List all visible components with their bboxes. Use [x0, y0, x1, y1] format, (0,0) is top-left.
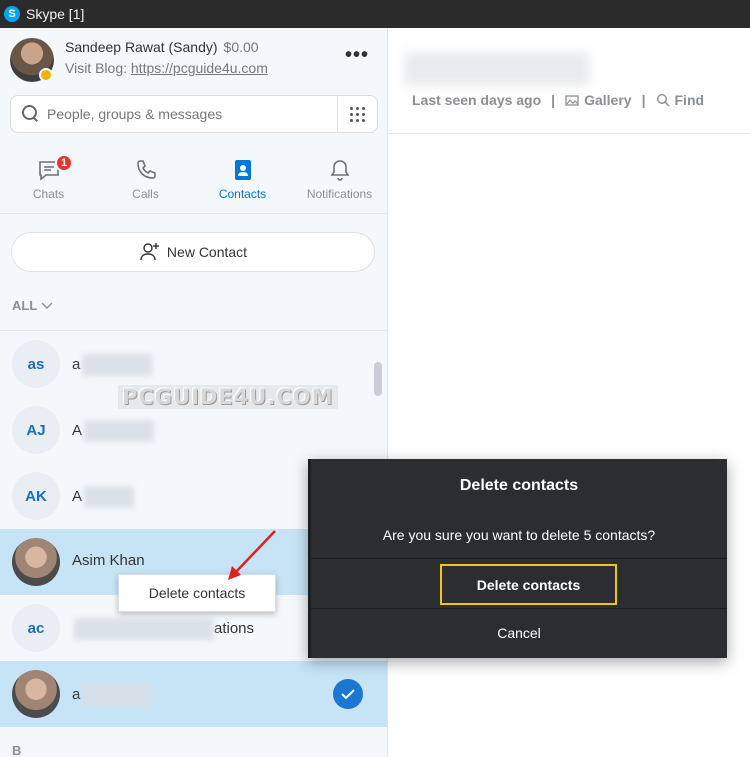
contacts-filter-dropdown[interactable]: ALL — [12, 298, 53, 313]
skype-logo-icon: S — [4, 6, 20, 22]
scrollbar[interactable] — [374, 362, 382, 396]
profile-mood: Visit Blog: https://pcguide4u.com — [65, 60, 268, 76]
blog-link[interactable]: https://pcguide4u.com — [131, 60, 268, 76]
avatar: as — [12, 340, 60, 388]
dialpad-icon — [350, 106, 353, 110]
profile-name-row[interactable]: Sandeep Rawat (Sandy) $0.00 — [65, 39, 259, 55]
delete-contacts-dialog: Delete contacts Are you sure you want to… — [308, 459, 727, 658]
cancel-button[interactable]: Cancel — [311, 625, 727, 641]
profile-header: Sandeep Rawat (Sandy) $0.00 Visit Blog: h… — [0, 28, 387, 94]
contact-name: ations — [214, 619, 255, 637]
new-contact-button[interactable]: New Contact — [11, 232, 375, 272]
conversation-title-redacted — [404, 52, 590, 86]
profile-name: Sandeep Rawat (Sandy) — [65, 39, 218, 55]
list-item[interactable]: a — [0, 661, 387, 727]
watermark: PCGUIDE4U.COM — [118, 385, 338, 409]
contact-name: a — [72, 685, 81, 703]
bell-icon — [330, 160, 349, 181]
contact-name: A — [72, 421, 83, 439]
tab-label: Calls — [132, 187, 159, 201]
tab-label: Chats — [32, 187, 65, 201]
title-bar: S Skype [1] — [0, 0, 750, 28]
separator: | — [641, 92, 646, 108]
avatar — [12, 670, 60, 718]
search-box[interactable] — [10, 95, 378, 133]
separator: | — [551, 92, 556, 108]
contact-name: Asim Khan — [72, 552, 145, 569]
skype-credit[interactable]: $0.00 — [224, 39, 259, 55]
redacted-text — [82, 354, 153, 376]
more-options-button[interactable]: ••• — [342, 45, 372, 68]
contact-name: a — [72, 355, 81, 373]
avatar: ac — [12, 604, 60, 652]
gallery-icon — [565, 95, 579, 106]
tab-label: Notifications — [306, 187, 373, 201]
divider — [311, 608, 727, 609]
add-person-icon — [140, 243, 159, 261]
avatar: AK — [12, 472, 60, 520]
new-contact-label: New Contact — [166, 244, 248, 260]
gallery-button[interactable]: Gallery — [565, 92, 632, 108]
section-header: B — [12, 743, 22, 757]
contact-name: A — [72, 487, 83, 505]
redacted-text — [82, 684, 153, 706]
presence-away-icon — [39, 68, 53, 82]
main-tabs: 1 Chats Calls Contacts Notifications — [0, 148, 387, 214]
search-icon — [656, 93, 669, 107]
dialog-title: Delete contacts — [459, 477, 579, 494]
tab-label: Contacts — [218, 187, 267, 201]
red-arrow-icon — [228, 530, 276, 580]
divider — [311, 558, 727, 559]
check-icon — [341, 689, 355, 700]
phone-icon — [136, 160, 156, 179]
tab-notifications[interactable]: Notifications — [291, 148, 387, 213]
search-input[interactable] — [47, 106, 327, 122]
checkmark-icon[interactable] — [333, 679, 363, 709]
window-title: Skype [1] — [26, 6, 85, 22]
find-label: Find — [674, 92, 705, 108]
tab-chats[interactable]: 1 Chats — [0, 148, 97, 213]
delete-contacts-button[interactable]: Delete contacts — [440, 564, 617, 605]
contacts-icon — [234, 160, 251, 180]
avatar: AJ — [12, 406, 60, 454]
gallery-label: Gallery — [584, 92, 632, 108]
tab-calls[interactable]: Calls — [97, 148, 194, 213]
redacted-text — [84, 486, 135, 508]
tab-contacts[interactable]: Contacts — [194, 148, 291, 213]
find-button[interactable]: Find — [656, 92, 705, 108]
unread-badge: 1 — [55, 154, 73, 172]
conversation-header: Last seen days ago | Gallery | Find — [388, 28, 750, 134]
avatar — [12, 538, 60, 586]
redacted-text — [84, 420, 155, 442]
dialog-message: Are you sure you want to delete 5 contac… — [382, 527, 656, 543]
search-icon — [21, 104, 41, 124]
chevron-down-icon — [41, 302, 53, 309]
blog-label: Visit Blog: — [65, 60, 127, 76]
redacted-text — [74, 618, 214, 640]
dialpad-button[interactable] — [337, 96, 377, 132]
last-seen-status: Last seen days ago — [412, 92, 542, 108]
filter-label: ALL — [12, 298, 38, 313]
